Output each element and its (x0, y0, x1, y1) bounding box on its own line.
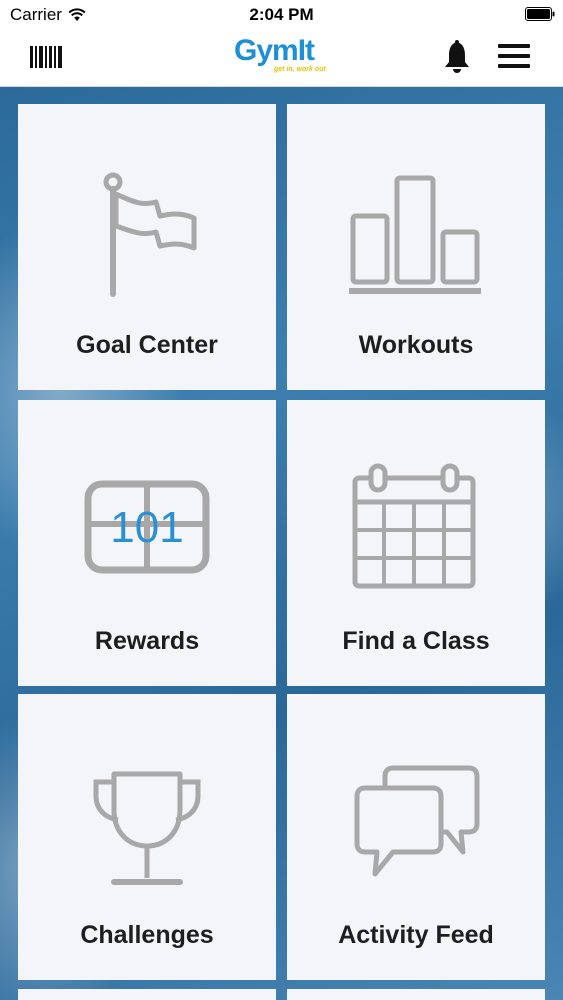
tile-label: Workouts (358, 331, 474, 359)
tile-label: Activity Feed (338, 921, 494, 949)
tile-workouts[interactable]: Workouts (287, 104, 545, 390)
tile-label: Find a Class (342, 627, 490, 655)
trophy-icon (93, 771, 201, 885)
chat-bubbles-icon (354, 765, 480, 877)
tile-activity-feed[interactable]: Activity Feed (287, 694, 545, 980)
status-time: 2:04 PM (249, 5, 314, 24)
scoreboard-number: 101 (110, 503, 183, 552)
logo-tagline: get in, work out (274, 66, 326, 73)
barcode-icon[interactable] (30, 46, 62, 68)
tile-find-a-class[interactable]: Find a Class (287, 400, 545, 686)
home-screen: Carrier 2:04 PM GymIt get in, work out G… (0, 0, 563, 1000)
navigation-bar: GymIt get in, work out (0, 30, 563, 87)
calendar-icon (352, 463, 476, 589)
tile-challenges[interactable]: Challenges (18, 694, 276, 980)
logo-wordmark: GymIt (234, 34, 315, 67)
scoreboard-icon: 101 (84, 480, 210, 574)
tile-partial-left[interactable] (18, 989, 276, 1000)
gymit-logo: GymIt get in, work out (234, 36, 334, 78)
battery-icon (525, 7, 555, 21)
bar-chart-icon (349, 175, 481, 294)
tile-partial-right[interactable] (287, 989, 545, 1000)
bell-icon[interactable] (441, 40, 473, 74)
flag-icon (103, 172, 197, 297)
tile-label: Goal Center (76, 331, 218, 359)
tile-rewards[interactable]: 101 Rewards (18, 400, 276, 686)
tile-label: Rewards (94, 627, 200, 655)
status-bar: Carrier 2:04 PM (0, 0, 563, 30)
tile-goal-center[interactable]: Goal Center (18, 104, 276, 390)
hamburger-menu-icon[interactable] (498, 42, 530, 70)
tile-label: Challenges (80, 921, 214, 949)
